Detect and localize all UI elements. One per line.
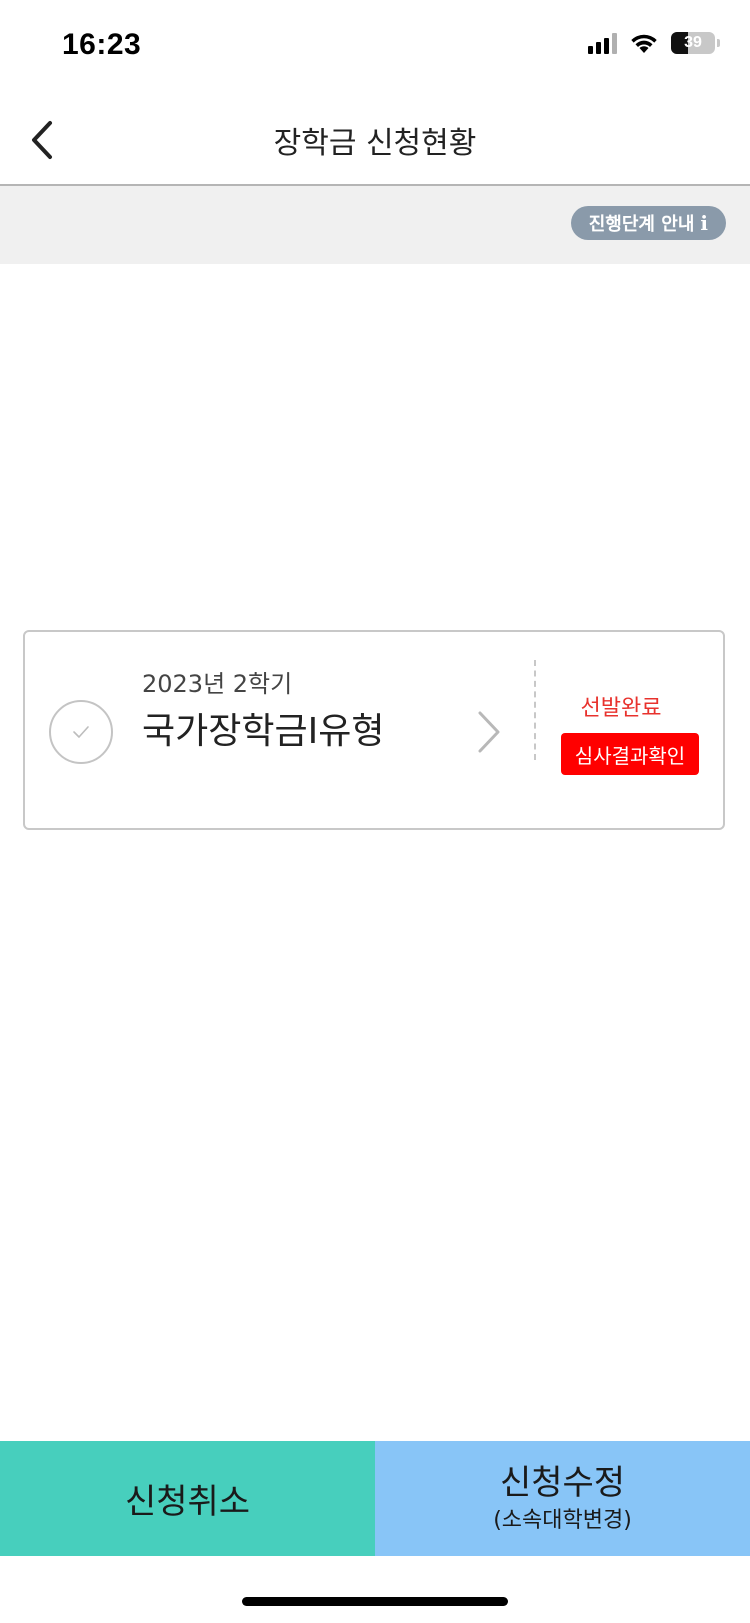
modify-application-button[interactable]: 신청수정 (소속대학변경) <box>375 1441 750 1556</box>
page-title: 장학금 신청현황 <box>273 126 477 161</box>
chevron-right-icon <box>478 711 500 753</box>
cancel-application-button[interactable]: 신청취소 <box>0 1441 375 1556</box>
modify-application-sublabel: (소속대학변경) <box>493 1507 632 1533</box>
battery-cap <box>717 39 720 47</box>
progress-guide-label: 진행단계 안내 <box>588 214 695 235</box>
card-detail-arrow[interactable] <box>477 710 501 758</box>
status-time: 16:23 <box>62 28 142 61</box>
battery-body: 39 <box>671 32 715 54</box>
card-divider <box>534 660 536 760</box>
check-circle <box>49 700 113 764</box>
status-icons: 39 <box>588 32 720 54</box>
modify-application-label: 신청수정 <box>499 1462 626 1503</box>
review-result-button[interactable]: 심사결과확인 <box>561 733 699 775</box>
header: 장학금 신청현황 <box>0 96 750 186</box>
signal-icon <box>588 32 617 54</box>
wifi-icon <box>631 34 657 53</box>
home-indicator[interactable] <box>242 1597 508 1606</box>
application-card[interactable]: 2023년 2학기 국가장학금I유형 선발완료 심사결과확인 <box>23 630 725 830</box>
guide-bar: 진행단계 안내 i <box>0 186 750 264</box>
selection-status: 선발완료 <box>580 696 662 721</box>
status-bar: 16:23 39 <box>0 0 750 96</box>
cancel-application-label: 신청취소 <box>124 1482 251 1522</box>
progress-guide-button[interactable]: 진행단계 안내 i <box>570 206 726 240</box>
battery-icon: 39 <box>671 32 720 54</box>
application-name: 국가장학금I유형 <box>142 711 385 752</box>
check-icon <box>73 726 89 738</box>
info-icon: i <box>700 211 708 235</box>
application-semester: 2023년 2학기 <box>142 670 293 698</box>
battery-percent: 39 <box>684 34 702 51</box>
